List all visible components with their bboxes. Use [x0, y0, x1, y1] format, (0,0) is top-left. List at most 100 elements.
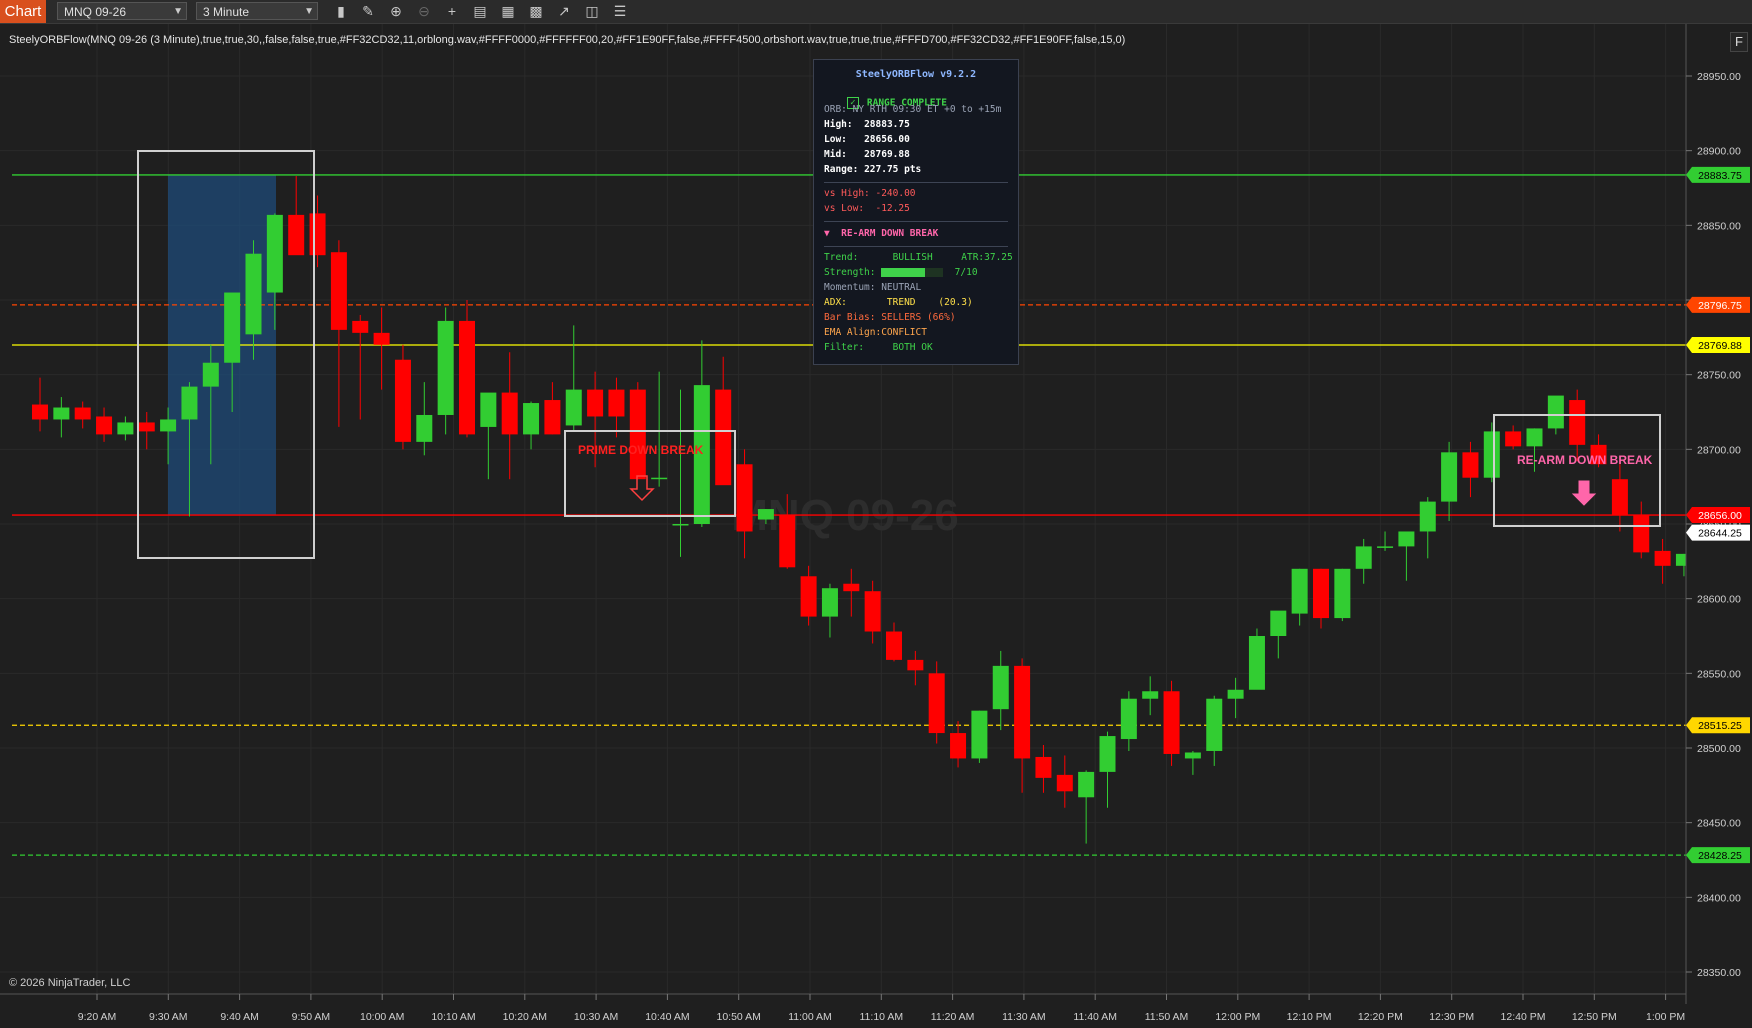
templates-icon[interactable]: ▦: [498, 2, 518, 20]
candle-body: [373, 332, 390, 345]
candle-body: [1014, 665, 1031, 759]
chevron-down-icon[interactable]: ▼: [304, 3, 314, 21]
crosshair-icon[interactable]: +: [442, 2, 462, 20]
candle-body: [971, 710, 988, 759]
candle-body: [608, 389, 625, 417]
candle-body: [1163, 691, 1180, 754]
copyright-text: © 2026 NinjaTrader, LLC: [9, 977, 131, 989]
candle-body: [757, 509, 774, 520]
time-tick-label: 10:30 AM: [574, 1011, 618, 1023]
candle-body: [1078, 771, 1095, 798]
candle-body: [266, 214, 283, 293]
price-tick-label: 28350.00: [1697, 967, 1741, 979]
candle-body: [1227, 689, 1244, 699]
f-button[interactable]: F: [1730, 32, 1748, 52]
candle-body: [1547, 395, 1564, 429]
candle-body: [821, 588, 838, 617]
price-tick-label: 28400.00: [1697, 892, 1741, 904]
high-value: 28883.75: [864, 119, 910, 130]
chevron-down-icon[interactable]: ▼: [173, 3, 183, 21]
bar-type-icon[interactable]: ▮: [331, 2, 351, 20]
time-tick-label: 12:20 PM: [1358, 1011, 1403, 1023]
session-text: ORB: NY RTH 09:30 ET +0 to +15m: [824, 104, 1002, 115]
price-tick-label: 28500.00: [1697, 743, 1741, 755]
interval-selector[interactable]: 3 Minute ▼: [196, 2, 318, 20]
strength-value: 7/10: [954, 267, 978, 278]
time-tick-label: 11:00 AM: [788, 1011, 832, 1023]
time-tick-label: 11:50 AM: [1145, 1011, 1189, 1023]
strategies-icon[interactable]: ▩: [526, 2, 546, 20]
tab-chart[interactable]: Chart: [0, 0, 46, 23]
candle-body: [800, 576, 817, 617]
interval-value: 3 Minute: [203, 5, 250, 19]
range-row: Range: 227.75 pts: [824, 164, 921, 175]
draw-pen-icon[interactable]: ✎: [358, 2, 378, 20]
candle-body: [117, 422, 134, 435]
candle-body: [138, 422, 155, 432]
panel-divider: [824, 221, 1008, 222]
candle-body: [523, 403, 540, 435]
candle-body: [1120, 698, 1137, 740]
high-row: High: 28883.75: [824, 119, 910, 130]
mid-row: Mid: 28769.88: [824, 149, 910, 160]
candle-body: [928, 673, 945, 734]
candle-body: [1505, 431, 1522, 447]
candle-body: [1248, 636, 1265, 690]
candle-body: [181, 386, 198, 420]
list-icon[interactable]: ☰: [610, 2, 630, 20]
time-tick-label: 10:10 AM: [431, 1011, 475, 1023]
low-label: Low:: [824, 134, 847, 145]
signal-text: ▼ RE-ARM DOWN BREAK: [824, 228, 939, 239]
high-label: High:: [824, 119, 853, 130]
price-tick-label: 28600.00: [1697, 594, 1741, 606]
candle-body: [565, 389, 582, 426]
time-tick-label: 11:30 AM: [1002, 1011, 1046, 1023]
price-level-tag-label: 28656.00: [1698, 510, 1742, 522]
candle-body: [629, 389, 646, 480]
price-level-tag-label: 28769.88: [1698, 340, 1742, 352]
candle-body: [74, 407, 91, 420]
time-tick-label: 9:30 AM: [149, 1011, 188, 1023]
vs-high-text: vs High: -240.00: [824, 188, 916, 199]
data-box-icon[interactable]: ◫: [582, 2, 602, 20]
price-tick-label: 28550.00: [1697, 668, 1741, 680]
candle-body: [1654, 550, 1671, 566]
price-level-tag-label: 28428.25: [1698, 850, 1742, 862]
candle-body: [779, 515, 796, 568]
candle-body: [950, 733, 967, 759]
candle-body: [96, 416, 113, 435]
candle-body: [1483, 431, 1500, 478]
indicator-label[interactable]: SteelyORBFlow(MNQ 09-26 (3 Minute),true,…: [9, 34, 1125, 46]
time-tick-label: 12:10 PM: [1287, 1011, 1332, 1023]
zoom-in-icon[interactable]: ⊕: [386, 2, 406, 20]
time-tick-label: 1:00 PM: [1646, 1011, 1685, 1023]
candle-body: [1142, 691, 1159, 699]
time-tick-label: 12:50 PM: [1572, 1011, 1617, 1023]
strength-bar: [881, 268, 944, 277]
indicators-icon[interactable]: ↗: [554, 2, 574, 20]
candle-body: [288, 214, 305, 256]
range-value: 227.75 pts: [864, 164, 922, 175]
time-tick-label: 9:40 AM: [220, 1011, 259, 1023]
time-tick-label: 10:00 AM: [360, 1011, 404, 1023]
candle-body: [352, 320, 369, 333]
time-tick-label: 11:10 AM: [860, 1011, 904, 1023]
panel-divider: [824, 246, 1008, 247]
price-level-tag-label: 28515.25: [1698, 720, 1742, 732]
ema-align-text: EMA Align:CONFLICT: [824, 327, 927, 338]
candle-body: [501, 392, 518, 435]
price-tick-label: 28750.00: [1697, 370, 1741, 382]
instrument-selector[interactable]: MNQ 09-26 ▼: [57, 2, 187, 20]
orb-info-panel: SteelyORBFlow v9.2.2 ✓ RANGE COMPLETE ORB…: [813, 59, 1019, 365]
candle-body: [1355, 546, 1372, 569]
zoom-out-icon[interactable]: ⊖: [414, 2, 434, 20]
strength-label: Strength:: [824, 267, 876, 278]
time-tick-label: 10:40 AM: [645, 1011, 689, 1023]
time-tick-label: 12:40 PM: [1501, 1011, 1546, 1023]
properties-icon[interactable]: ▤: [470, 2, 490, 20]
time-tick-label: 10:50 AM: [717, 1011, 761, 1023]
candle-body: [1441, 452, 1458, 502]
candle-body: [907, 659, 924, 671]
chart-toolbar: Chart MNQ 09-26 ▼ 3 Minute ▼ ▮ ✎ ⊕ ⊖ + ▤…: [0, 0, 1752, 24]
candle-body: [53, 407, 70, 420]
